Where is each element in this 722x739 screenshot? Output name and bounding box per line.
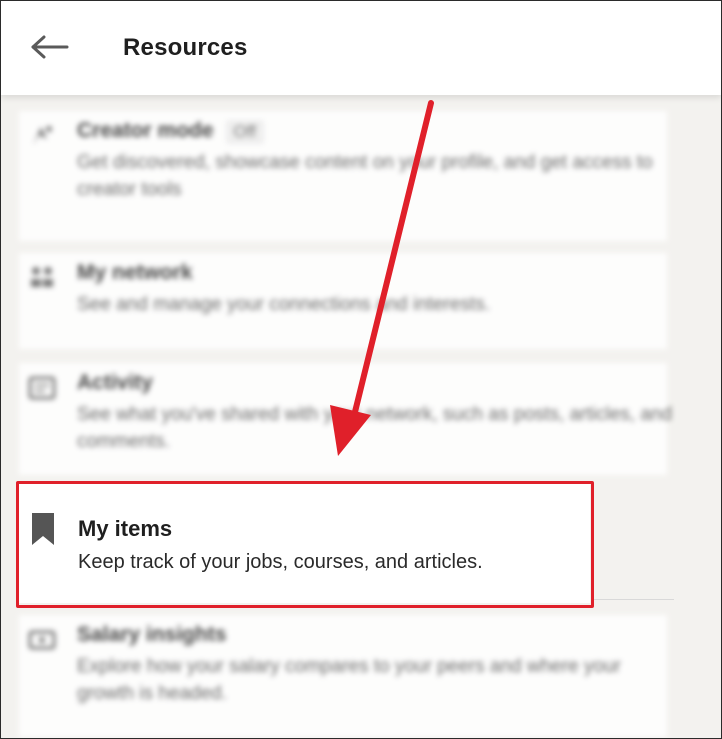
item-title: My items	[78, 516, 173, 541]
salary-icon	[28, 630, 56, 650]
item-title: Activity	[77, 371, 153, 394]
creator-mode-icon	[33, 126, 52, 145]
list-item-my-items[interactable]: My items Keep track of your jobs, course…	[18, 483, 590, 603]
list-item-creator-mode[interactable]: Creator mode Off Get discovered, showcase…	[19, 111, 667, 241]
network-icon	[31, 267, 53, 287]
list-item-my-network[interactable]: My network See and manage your connectio…	[19, 253, 667, 349]
item-description: Explore how your salary compares to your…	[77, 656, 621, 704]
item-title: My network	[77, 261, 193, 284]
status-badge: Off	[225, 120, 264, 144]
list-item-activity[interactable]: Activity See what you've shared with you…	[19, 363, 672, 475]
back-button[interactable]	[25, 29, 73, 65]
list-item-salary-insights[interactable]: Salary insights Explore how your salary …	[19, 615, 667, 737]
page-title: Resources	[123, 34, 248, 61]
item-description: See what you've shared with your network…	[77, 404, 673, 452]
item-title: Creator mode Off	[77, 119, 264, 144]
item-description: Get discovered, showcase content on your…	[77, 152, 653, 200]
item-description: See and manage your connections and inte…	[77, 294, 490, 315]
item-description: Keep track of your jobs, courses, and ar…	[78, 551, 483, 573]
item-title: Salary insights	[77, 623, 227, 646]
resources-list: Creator mode Off Get discovered, showcase…	[1, 95, 721, 738]
app-header: Resources	[1, 1, 721, 95]
screen-frame: Resources Creator mode Off Get discovered…	[0, 0, 722, 739]
activity-icon	[28, 376, 56, 400]
bookmark-icon	[32, 513, 54, 545]
arrow-left-icon	[31, 35, 69, 59]
divider	[592, 599, 674, 600]
